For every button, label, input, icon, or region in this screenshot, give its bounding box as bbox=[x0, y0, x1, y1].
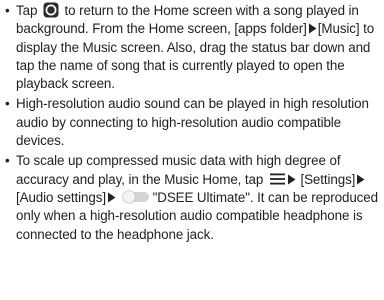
bullet-item-home-screen: • Tap to return to the Home screen with … bbox=[4, 2, 380, 93]
home-button-icon bbox=[43, 2, 59, 18]
bullet-list: • Tap to return to the Home screen with … bbox=[4, 2, 380, 244]
bullet-text-segment: Tap bbox=[16, 3, 38, 18]
bullet-mark: • bbox=[5, 153, 10, 169]
toggle-switch-off-icon bbox=[121, 190, 149, 205]
bullet-text: High-resolution audio sound can be playe… bbox=[16, 96, 369, 149]
bullet-text-segment: [Audio settings] bbox=[16, 189, 106, 205]
right-triangle-arrow-icon bbox=[357, 174, 365, 185]
bullet-mark: • bbox=[5, 3, 10, 18]
bullet-item-dsee-ultimate: • To scale up compressed music data with… bbox=[4, 152, 380, 243]
menu-lines-icon bbox=[269, 173, 285, 185]
bullet-mark: • bbox=[5, 96, 10, 112]
right-triangle-arrow-icon bbox=[308, 23, 317, 34]
bullet-text-segment: [Settings] bbox=[300, 171, 356, 187]
right-triangle-arrow-icon bbox=[107, 192, 116, 203]
bullet-item-high-resolution: • High-resolution audio sound can be pla… bbox=[4, 95, 380, 150]
manual-document: • Tap to return to the Home screen with … bbox=[0, 0, 384, 300]
right-triangle-arrow-icon bbox=[287, 174, 296, 185]
